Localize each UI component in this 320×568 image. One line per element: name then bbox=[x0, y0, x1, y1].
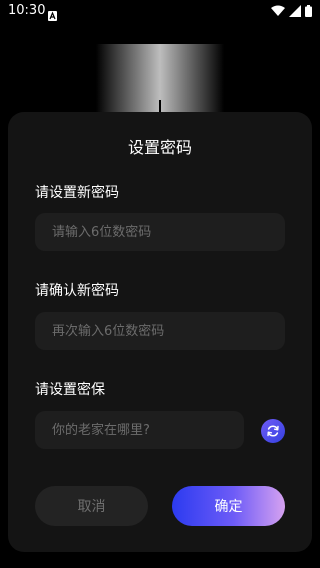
dialog-title: 设置密码 bbox=[127, 138, 192, 157]
confirm-password-label: 请确认新密码 bbox=[35, 283, 119, 299]
refresh-question-button[interactable] bbox=[261, 419, 285, 443]
new-password-field-box bbox=[35, 213, 285, 251]
security-question-label: 请设置密保 bbox=[35, 382, 105, 398]
cancel-button[interactable]: 取消 bbox=[35, 486, 148, 526]
status-icons bbox=[271, 5, 312, 17]
signal-icon bbox=[289, 5, 301, 17]
confirm-button[interactable]: 确定 bbox=[172, 486, 285, 526]
set-password-dialog: 设置密码 请设置新密码 请确认新密码 请设置密保 取消 确定 bbox=[8, 112, 312, 552]
refresh-icon bbox=[267, 425, 279, 437]
security-answer-field-box bbox=[35, 411, 244, 449]
confirm-password-input[interactable] bbox=[50, 322, 285, 340]
status-bar: 10:30 bbox=[0, 0, 320, 24]
status-time: 10:30 bbox=[8, 3, 46, 18]
confirm-password-field-box bbox=[35, 312, 285, 350]
security-answer-input[interactable] bbox=[50, 421, 244, 439]
notification-a-icon bbox=[48, 6, 57, 21]
new-password-input[interactable] bbox=[50, 223, 285, 241]
new-password-label: 请设置新密码 bbox=[35, 185, 119, 201]
battery-icon bbox=[305, 5, 312, 17]
wifi-icon bbox=[271, 5, 285, 16]
